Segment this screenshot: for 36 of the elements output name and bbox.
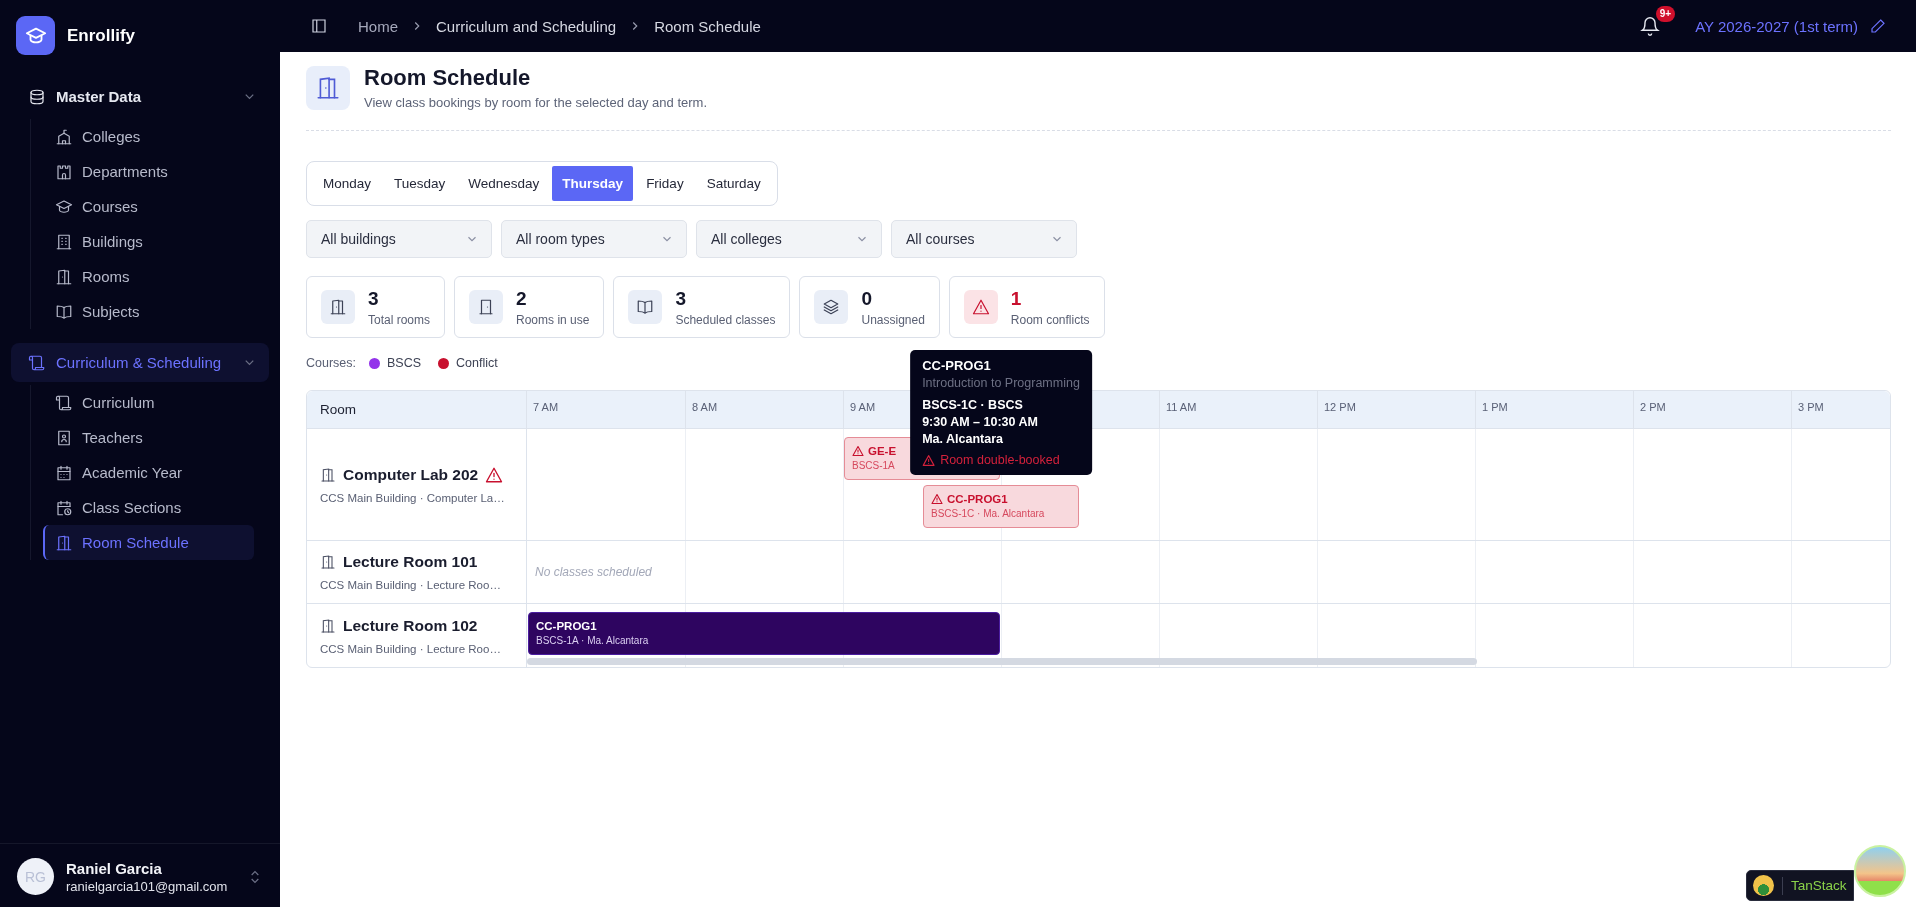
hour-label: 1 PM bbox=[1482, 401, 1508, 413]
app-name: Enrollify bbox=[67, 25, 135, 46]
hour-label: 9 AM bbox=[850, 401, 876, 413]
room-details: CCS Main Building · Computer La… bbox=[320, 491, 506, 504]
room-details: CCS Main Building · Lecture Roo… bbox=[320, 642, 502, 655]
legend-label: Courses: bbox=[306, 356, 357, 370]
user-email: ranielgarcia101@gmail.com bbox=[66, 878, 229, 894]
stat-label: Room conflicts bbox=[1010, 312, 1090, 327]
legend-item: BSCS bbox=[387, 356, 422, 370]
legend-item: Conflict bbox=[456, 356, 498, 370]
stat-label: Unassigned bbox=[861, 312, 925, 327]
stat-value: 1 bbox=[1010, 287, 1023, 310]
hour-label: 11 AM bbox=[1166, 401, 1197, 413]
stat-value: 2 bbox=[516, 287, 528, 310]
page-subtitle: View class bookings by room for the selected day and term. bbox=[364, 95, 707, 110]
stat-label: Scheduled classes bbox=[675, 312, 776, 327]
stat-value: 3 bbox=[368, 287, 380, 310]
room-details: CCS Main Building · Lecture Roo… bbox=[320, 579, 502, 591]
hour-label: 2 PM bbox=[1640, 401, 1666, 413]
stat-value: 3 bbox=[675, 287, 687, 310]
notification-badge: 9+ bbox=[1655, 6, 1676, 22]
hour-label: 12 PM bbox=[1324, 401, 1356, 413]
hour-label: 8 AM bbox=[692, 401, 718, 413]
room-name: Computer Lab 202 bbox=[343, 465, 479, 484]
stat-label: Total rooms bbox=[368, 312, 431, 327]
page-title: Room Schedule bbox=[364, 65, 532, 91]
stat-label: Rooms in use bbox=[516, 312, 590, 327]
column-header: Room bbox=[320, 402, 357, 417]
empty-message: No classes scheduled bbox=[535, 565, 652, 579]
room-name: Lecture Room 102 bbox=[343, 616, 478, 635]
room-name: Lecture Room 101 bbox=[343, 553, 478, 571]
stat-value: 0 bbox=[861, 287, 874, 310]
hour-label: 3 PM bbox=[1798, 401, 1824, 413]
hour-label: 7 AM bbox=[533, 401, 559, 413]
tooltip: CC-PROG1 Introduction to Programming BSCS-1C · BSCS 9:30 AM – 10:30 AM Ma. Alcantara Room double-booked bbox=[910, 350, 1092, 475]
user-name: Raniel Garcia bbox=[66, 859, 163, 877]
